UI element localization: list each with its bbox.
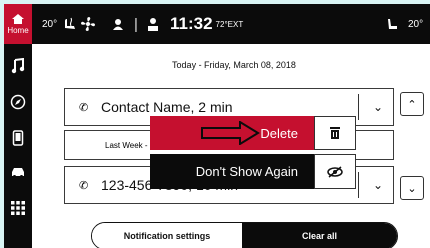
right-temp: 20° xyxy=(408,18,424,30)
scroll-down-button[interactable]: ⌄ xyxy=(400,176,424,200)
music-note-icon xyxy=(11,58,25,74)
delete-label: Delete xyxy=(260,125,298,141)
profile-icon[interactable] xyxy=(110,4,126,44)
seat-icon[interactable] xyxy=(384,4,400,44)
divider xyxy=(358,172,359,198)
dont-show-again-menu-item[interactable]: Don't Show Again xyxy=(150,154,356,189)
left-temp-group[interactable]: 20° xyxy=(42,4,57,44)
home-icon xyxy=(12,14,24,24)
delete-menu-item[interactable]: Delete xyxy=(150,116,356,150)
call-icon: ✆ xyxy=(79,101,89,114)
call-icon: ✆ xyxy=(79,179,89,192)
compass-icon xyxy=(10,94,26,110)
sidebar-item-phone[interactable] xyxy=(4,124,32,152)
seat-heat-icon[interactable] xyxy=(62,4,78,44)
sidebar-item-media[interactable] xyxy=(4,52,32,80)
notifications-screen: 20° | 11:32 72°EXT 20° Home Today - Frid… xyxy=(4,4,430,248)
left-temp: 20° xyxy=(42,18,58,30)
notification-title: Contact Name, 2 min xyxy=(101,99,233,115)
car-icon xyxy=(12,168,24,178)
user-icon[interactable] xyxy=(146,4,160,44)
status-separator: | xyxy=(134,15,138,33)
ext-temp: 72°EXT xyxy=(215,19,244,29)
chevron-up-icon: ⌃ xyxy=(407,98,417,111)
trash-icon xyxy=(314,116,356,150)
right-temp-group[interactable]: 20° xyxy=(408,4,423,44)
eye-slash-icon xyxy=(314,154,356,189)
notification-settings-button[interactable]: Notification settings xyxy=(92,223,242,248)
divider xyxy=(358,94,359,120)
footer-button-bar: Notification settings Clear all xyxy=(91,222,398,248)
arrow-pointer-icon xyxy=(201,121,260,145)
date-header: Today - Friday, March 08, 2018 xyxy=(172,60,296,70)
sidebar-item-home[interactable]: Home xyxy=(4,4,32,44)
apps-grid-icon xyxy=(11,201,25,215)
sidebar-item-label: Home xyxy=(7,26,29,35)
status-bar: 20° | 11:32 72°EXT 20° xyxy=(4,4,430,44)
chevron-down-icon[interactable]: ⌄ xyxy=(373,178,383,192)
sidebar-item-nav[interactable] xyxy=(4,88,32,116)
phone-icon xyxy=(12,130,24,146)
scroll-up-button[interactable]: ⌃ xyxy=(400,92,424,116)
fan-icon[interactable] xyxy=(80,4,96,44)
sidebar-item-vehicle[interactable] xyxy=(4,158,32,186)
sidebar: Home xyxy=(4,4,32,248)
sidebar-item-apps[interactable] xyxy=(4,194,32,222)
chevron-down-icon[interactable]: ⌄ xyxy=(373,100,383,114)
clock-group[interactable]: 11:32 72°EXT xyxy=(170,4,243,44)
clear-all-button[interactable]: Clear all xyxy=(242,223,397,248)
dont-show-again-label: Don't Show Again xyxy=(195,164,298,179)
clock: 11:32 xyxy=(170,14,213,33)
chevron-down-icon: ⌄ xyxy=(407,182,417,195)
